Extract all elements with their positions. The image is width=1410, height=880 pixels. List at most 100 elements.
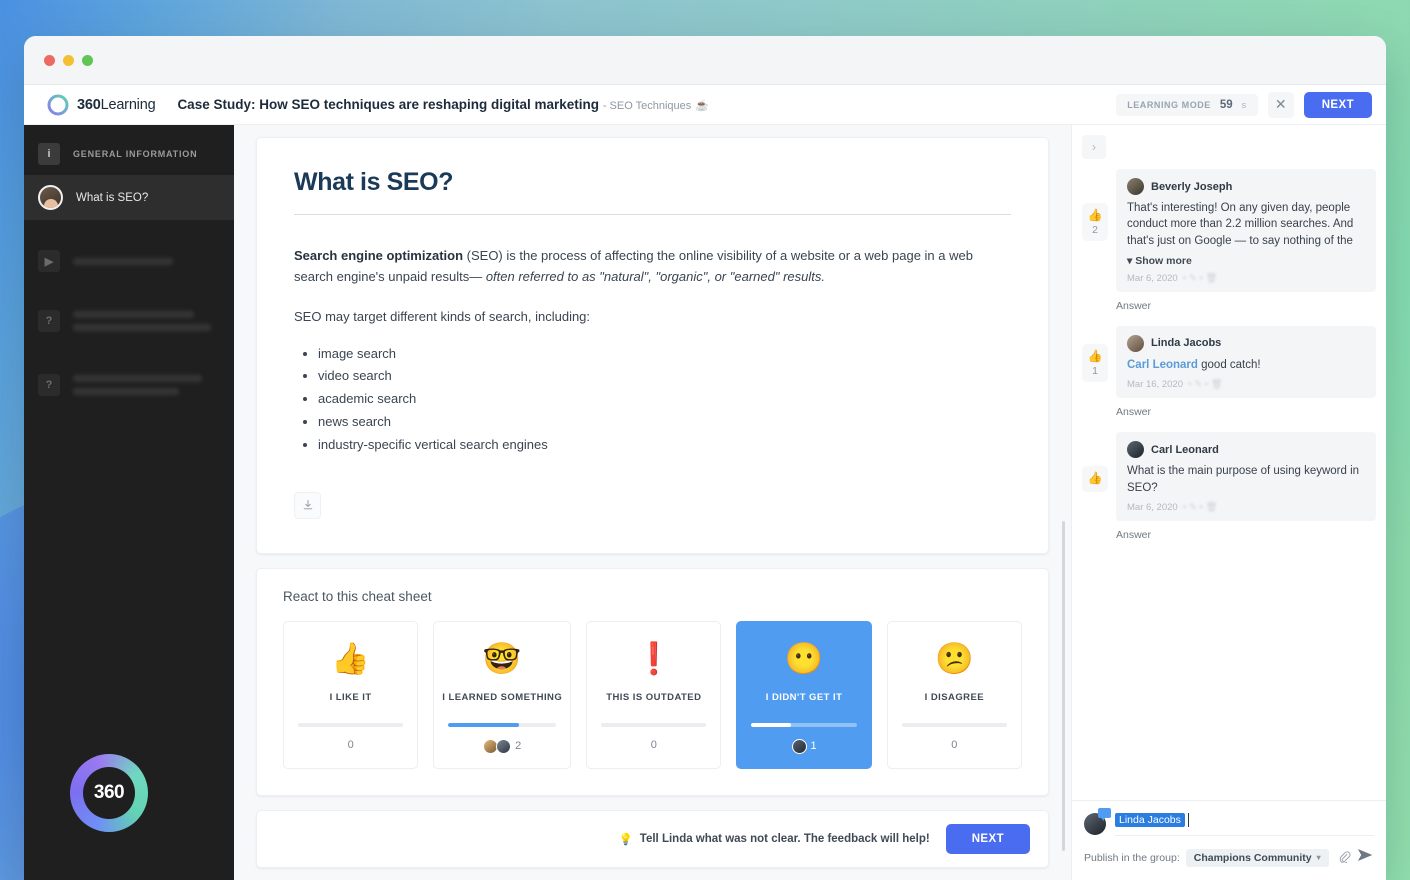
reactions-title: React to this cheat sheet (283, 588, 432, 604)
reaction-label: THIS IS OUTDATED (606, 691, 702, 703)
brand-bold: 360 (77, 96, 101, 113)
reaction-progress-bar (751, 722, 857, 727)
360-logo-text: 360 (93, 782, 125, 803)
sidebar-item-what-is-seo[interactable]: What is SEO? (24, 175, 234, 220)
brand-logo[interactable]: 360Learning (46, 93, 156, 117)
vote-count: 1 (1092, 364, 1098, 377)
reaction-label: I LEARNED SOMETHING (442, 691, 563, 703)
reaction-i-disagree[interactable]: 😕 I DISAGREE 0 (886, 620, 1022, 769)
sidebar-item-hidden-3[interactable]: ? (24, 364, 234, 406)
list-item: academic search (318, 389, 1011, 409)
app-header: 360Learning Case Study: How SEO techniqu… (24, 85, 1386, 125)
reaction-count-value: 2 (515, 740, 522, 753)
sidebar-item-label: What is SEO? (76, 191, 149, 204)
comment-mention[interactable]: Carl Leonard (1127, 359, 1198, 371)
comment-item: 👍 2 Beverly Joseph That's interesting! O… (1082, 169, 1376, 312)
sidebar-item-general-information[interactable]: i GENERAL INFORMATION (24, 133, 234, 175)
avatar (496, 738, 512, 754)
360learning-ring-icon (47, 94, 69, 115)
reaction-i-didnt-get-it[interactable]: 😶 I DIDN'T GET IT 1 (736, 620, 872, 769)
sidebar-item-label-placeholder (73, 311, 220, 331)
reaction-progress-bar (901, 722, 1007, 727)
question-icon: ? (38, 310, 60, 332)
brand-text: 360Learning (77, 96, 156, 113)
window-minimize-dot[interactable] (63, 54, 74, 66)
reaction-label: I DISAGREE (924, 691, 985, 703)
reaction-count: 0 (292, 739, 409, 751)
comment-answer-button[interactable]: Answer (1116, 529, 1376, 541)
comment-text: What is the main purpose of using keywor… (1127, 465, 1360, 494)
lesson-card: What is SEO? Search engine optimization … (256, 137, 1049, 554)
document-icon: ▶ (38, 250, 60, 272)
comment-body: Beverly Joseph That's interesting! On an… (1116, 169, 1376, 312)
chevron-down-icon: ▾ (1316, 853, 1321, 862)
search-kinds-list: image search video search academic searc… (294, 344, 1011, 455)
thumbs-up-emoji-icon: 👍 (331, 640, 370, 676)
window-maximize-dot[interactable] (82, 54, 93, 66)
sidebar-item-hidden-2[interactable]: ? (24, 300, 234, 342)
comments-panel-header: › (1072, 125, 1386, 169)
chevron-down-icon: ▾ (1127, 254, 1133, 267)
reactions-grid: 👍 I LIKE IT 0 🤓 I LEARNED SOMETHING 2 ❗ … (283, 620, 1022, 769)
comment-upvote-button[interactable]: 👍 2 (1082, 203, 1108, 241)
comment-author: Beverly Joseph (1151, 180, 1233, 193)
no-mouth-face-emoji-icon: 😶 (784, 640, 824, 676)
show-more-button[interactable]: ▾ Show more (1127, 255, 1365, 267)
sidebar-item-hidden-1[interactable]: ▶ (24, 240, 234, 282)
header-next-button[interactable]: NEXT (1303, 91, 1372, 118)
group-select[interactable]: Champions Community ▾ (1185, 848, 1329, 867)
comment-item: 👍 Carl Leonard What is the main purpose … (1082, 432, 1376, 541)
window-close-dot[interactable] (44, 54, 55, 66)
list-item: image search (318, 344, 1011, 364)
feedback-message-text: Tell Linda what was not clear. The feedb… (639, 832, 930, 845)
question-icon: ? (38, 374, 60, 396)
lesson-paragraph-1-bold: Search engine optimization (294, 248, 464, 263)
mention-chip[interactable]: Linda Jacobs (1115, 813, 1185, 827)
composer-row: Linda Jacobs (1084, 808, 1374, 836)
list-item: video search (318, 366, 1011, 386)
comment-header: Beverly Joseph (1127, 178, 1365, 195)
list-item: news search (318, 412, 1011, 432)
send-icon[interactable] (1357, 848, 1374, 867)
page-title: What is SEO? (294, 168, 1011, 215)
comment-date: Mar 6, 2020 • ✎ • 🗑 (1127, 273, 1365, 284)
learning-mode-label: LEARNING MODE (1127, 99, 1211, 110)
reaction-progress-bar (298, 722, 404, 727)
comments-panel: › 👍 2 Beverly Joseph That's interesting!… (1071, 125, 1386, 880)
reaction-i-learned-something[interactable]: 🤓 I LEARNED SOMETHING 2 (433, 620, 572, 769)
comment-date-text: Mar 6, 2020 (1127, 272, 1178, 284)
current-user-avatar (1084, 808, 1111, 835)
feedback-bar: 💡 Tell Linda what was not clear. The fee… (256, 809, 1049, 868)
feedback-message: 💡 Tell Linda what was not clear. The fee… (618, 832, 929, 846)
avatar (791, 738, 807, 754)
comment-text-rest: good catch! (1197, 358, 1261, 371)
avatar (1127, 178, 1144, 195)
comment-answer-button[interactable]: Answer (1116, 406, 1376, 418)
comment-upvote-button[interactable]: 👍 (1082, 466, 1108, 493)
confused-face-emoji-icon: 😕 (935, 640, 974, 676)
reaction-count-value: 0 (650, 738, 657, 751)
chevron-right-icon[interactable]: › (1082, 135, 1106, 159)
coffee-emoji-icon: ☕ (695, 100, 709, 112)
reaction-label: I DIDN'T GET IT (765, 691, 843, 703)
comment-author: Carl Leonard (1151, 443, 1219, 456)
comment-body: Linda Jacobs Carl Leonard good catch! Ma… (1116, 325, 1376, 418)
content-scrollbar[interactable] (1062, 521, 1065, 851)
publish-group-label: Publish in the group: (1084, 851, 1180, 864)
reaction-this-is-outdated[interactable]: ❗ THIS IS OUTDATED 0 (586, 620, 722, 769)
download-icon[interactable] (294, 491, 321, 519)
comment-answer-button[interactable]: Answer (1116, 300, 1376, 312)
brand-light: Learning (100, 96, 156, 113)
comment-upvote-button[interactable]: 👍 1 (1082, 343, 1108, 382)
feedback-next-button[interactable]: NEXT (945, 823, 1030, 854)
show-more-label: Show more (1135, 254, 1192, 267)
sidebar-item-label-placeholder (73, 375, 220, 395)
comment-input[interactable]: Linda Jacobs (1115, 813, 1374, 836)
text-caret (1187, 813, 1189, 827)
sidebar-item-label: GENERAL INFORMATION (73, 149, 198, 159)
close-icon[interactable]: ✕ (1267, 91, 1294, 118)
avatar (1127, 334, 1144, 352)
attachment-icon[interactable] (1338, 850, 1351, 866)
reaction-i-like-it[interactable]: 👍 I LIKE IT 0 (283, 620, 419, 769)
lesson-paragraph-1-italic: often referred to as "natural", "organic… (485, 268, 825, 284)
